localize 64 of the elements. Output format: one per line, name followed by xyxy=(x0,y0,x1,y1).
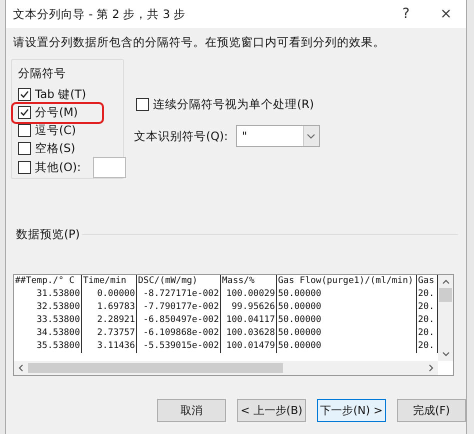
table-cell: 2.73757 xyxy=(82,327,137,340)
column-header: DSC/(mW/mg) xyxy=(137,275,221,288)
chevron-up-icon[interactable] xyxy=(442,278,450,286)
chevron-right-icon[interactable] xyxy=(427,364,435,372)
dialog-button[interactable]: < 上一步(B) xyxy=(237,399,306,422)
table-cell: 50.00000 xyxy=(277,288,417,301)
checkbox-label[interactable]: 连续分隔符号视为单个处理(R) xyxy=(153,97,314,112)
group-title: 分隔符号 xyxy=(18,66,67,81)
vertical-scrollbar[interactable] xyxy=(438,275,453,361)
table-cell: 100.03628 xyxy=(221,327,277,340)
checkbox-label[interactable]: Tab 键(T) xyxy=(35,87,86,102)
table-cell: 32.53800 xyxy=(14,301,82,314)
checkbox[interactable] xyxy=(18,142,31,155)
dialog-button[interactable]: 下一步(N) > xyxy=(317,399,386,422)
table-cell: 100.00029 xyxy=(221,288,277,301)
input-field[interactable] xyxy=(92,157,126,178)
table-cell: 33.53800 xyxy=(14,314,82,327)
table-cell: -7.790177e-002 xyxy=(137,301,221,314)
horizontal-scrollbar[interactable] xyxy=(14,361,438,375)
help-button[interactable]: ? xyxy=(386,0,426,28)
chevron-left-icon[interactable] xyxy=(17,364,25,372)
table-cell: 2.28921 xyxy=(82,314,137,327)
scroll-thumb[interactable] xyxy=(439,288,452,302)
column-header: Mass/% xyxy=(221,275,277,288)
checkbox[interactable] xyxy=(18,88,31,102)
column-header: ##Temp./° C xyxy=(14,275,82,288)
table-cell: 34.53800 xyxy=(14,327,82,340)
table-cell: 31.53800 xyxy=(14,288,82,301)
table-cell: 0.00000 xyxy=(82,288,137,301)
table-cell: 50.00000 xyxy=(277,314,417,327)
scroll-thumb[interactable] xyxy=(28,363,283,373)
chevron-down-icon[interactable] xyxy=(442,350,450,358)
checkbox-label[interactable]: 分号(M) xyxy=(35,105,78,120)
table-cell: 1.69783 xyxy=(82,301,137,314)
column-header: Time/min xyxy=(82,275,137,288)
checkbox[interactable] xyxy=(18,161,31,174)
table-cell: 100.01479 xyxy=(221,340,277,353)
table-cell: 50.00000 xyxy=(277,340,417,353)
instruction-text: 请设置分列数据所包含的分隔符号。在预览窗口内可看到分列的效果。 xyxy=(12,34,386,50)
table-cell: -5.539015e-002 xyxy=(137,340,221,353)
table-cell: 3.11436 xyxy=(82,340,137,353)
preview-title: 数据预览(P) xyxy=(16,227,80,242)
window-title: 文本分列向导 - 第 2 步，共 3 步 xyxy=(13,6,187,22)
qualifier-dropdown[interactable]: " xyxy=(236,125,320,147)
column-header: Gas Flow(purge1)/(ml/min) xyxy=(277,275,417,288)
checkbox[interactable] xyxy=(136,98,149,111)
dialog-button[interactable]: 取消 xyxy=(157,399,226,422)
chevron-down-icon xyxy=(307,134,316,138)
close-button[interactable]: × xyxy=(426,0,466,28)
dialog-button[interactable]: 完成(F) xyxy=(397,399,466,422)
qualifier-label: 文本识别符号(Q): xyxy=(134,128,228,144)
table-cell: 99.95626 xyxy=(221,301,277,314)
checkbox[interactable] xyxy=(18,106,31,120)
table-cell: 100.04117 xyxy=(221,314,277,327)
table-cell: -6.850497e-002 xyxy=(137,314,221,327)
table-cell: 35.53800 xyxy=(14,340,82,353)
checkbox-label[interactable]: 空格(S) xyxy=(35,140,76,156)
table-cell: 50.00000 xyxy=(277,301,417,314)
checkbox-label[interactable]: 逗号(C) xyxy=(35,122,76,138)
table-cell: -6.109868e-002 xyxy=(137,327,221,340)
table-cell: -8.727171e-002 xyxy=(137,288,221,301)
checkbox[interactable] xyxy=(18,124,31,137)
table-cell: 50.00000 xyxy=(277,327,417,340)
checkbox-label[interactable]: 其他(O): xyxy=(35,160,81,175)
